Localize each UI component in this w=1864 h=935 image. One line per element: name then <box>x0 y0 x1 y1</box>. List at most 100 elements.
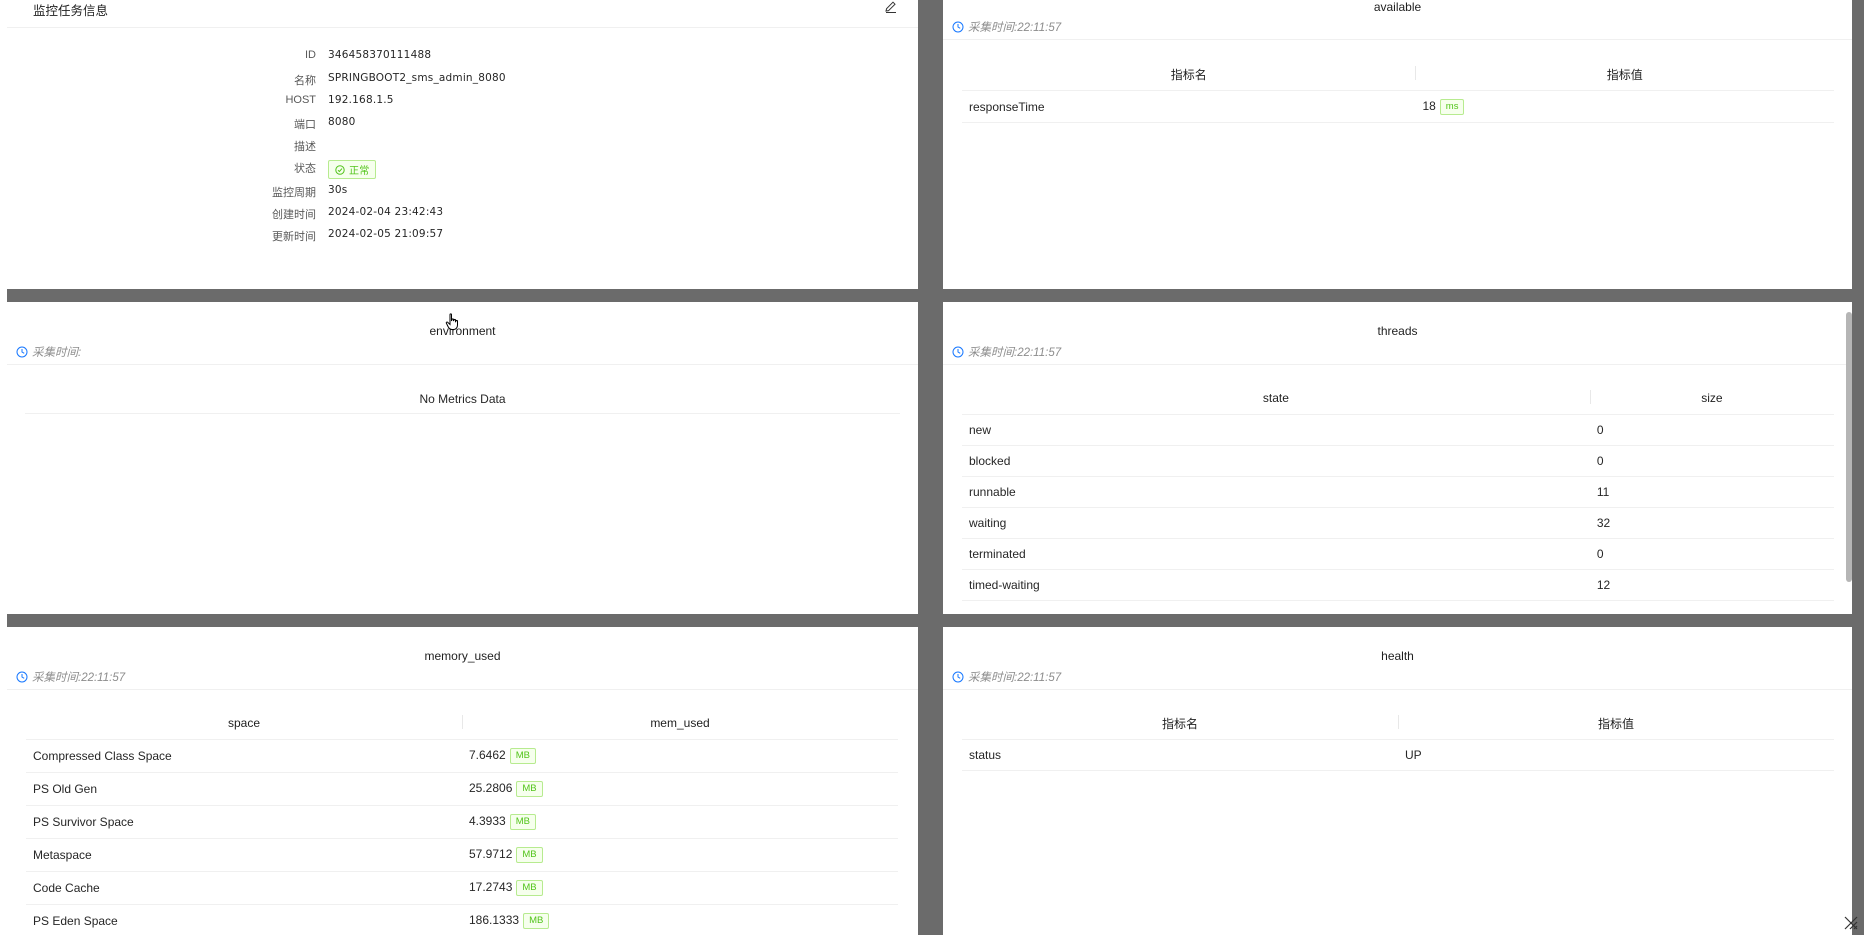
threads-scrollbar[interactable] <box>1846 312 1852 582</box>
field-port-label: 端口 <box>294 119 316 131</box>
clock-icon <box>952 346 964 358</box>
thread-state: blocked <box>962 445 1590 477</box>
table-row: status UP <box>962 739 1834 771</box>
memory-value: 57.9712 MB <box>462 838 898 872</box>
field-interval: 监控周期 30s <box>7 184 907 202</box>
check-circle-icon <box>335 164 345 175</box>
monitor-info-card: 监控任务信息 ID 346458370111488 名称 SPRINGBOOT2… <box>7 0 918 289</box>
monitor-info-title: 监控任务信息 <box>33 4 109 18</box>
health-row-value: UP <box>1398 739 1834 771</box>
health-table: 指标名 指标值 status UP <box>962 707 1834 771</box>
memory-space: PS Survivor Space <box>26 805 462 839</box>
health-divider <box>943 689 1852 690</box>
thread-size: 0 <box>1589 445 1834 477</box>
resize-handle-icon[interactable] <box>1842 914 1860 932</box>
memory-space: Code Cache <box>26 871 462 905</box>
clock-icon <box>16 671 28 683</box>
memory-used-card: memory_used 采集时间:22:11:57 space mem_used… <box>7 635 918 935</box>
memory-used-title: memory_used <box>424 649 501 663</box>
memory-used-collect-text: 采集时间:22:11:57 <box>32 672 126 684</box>
unit-badge: MB <box>516 880 543 896</box>
unit-badge: MB <box>509 814 536 830</box>
field-updated: 更新时间 2024-02-05 21:09:57 <box>7 228 907 246</box>
thread-size: 0 <box>1589 538 1834 570</box>
field-name-label: 名称 <box>294 75 316 87</box>
health-card: health 采集时间:22:11:57 指标名 指标值 status UP <box>943 635 1852 935</box>
available-card: available 采集时间:22:11:57 指标名 指标值 response… <box>943 0 1852 289</box>
field-created-label: 创建时间 <box>272 209 316 221</box>
gutter-row1 <box>7 289 1864 302</box>
available-row-name: responseTime <box>962 90 1416 123</box>
status-badge-text: 正常 <box>349 166 370 177</box>
thread-state: terminated <box>962 538 1590 570</box>
table-row: runnable 11 <box>962 476 1834 508</box>
available-table: 指标名 指标值 responseTime 18 ms <box>962 58 1834 123</box>
status-badge: 正常 <box>328 160 377 179</box>
memory-value-number: 17.2743 <box>469 880 513 895</box>
memory-space: Metaspace <box>26 838 462 872</box>
field-id-value: 346458370111488 <box>328 49 432 61</box>
field-description-label: 描述 <box>294 141 316 153</box>
table-row: blocked 0 <box>962 445 1834 477</box>
memory-value: 25.2806 MB <box>462 772 898 806</box>
unit-badge: ms <box>1439 98 1465 115</box>
table-row: PS Eden Space 186.1333 MB <box>26 904 898 935</box>
field-name: 名称 SPRINGBOOT2_sms_admin_8080 <box>7 72 907 90</box>
clock-icon <box>952 21 964 33</box>
no-metrics-text: No Metrics Data <box>419 392 506 406</box>
available-collect-time: 采集时间:22:11:57 <box>952 19 1061 35</box>
health-row-name: status <box>962 739 1398 771</box>
memory-value-number: 57.9712 <box>469 847 513 862</box>
thread-state: waiting <box>962 507 1590 539</box>
health-collect-time: 采集时间:22:11:57 <box>952 669 1061 685</box>
table-row: Metaspace 57.9712 MB <box>26 838 898 872</box>
field-created: 创建时间 2024-02-04 23:42:43 <box>7 206 907 224</box>
clock-icon <box>952 671 964 683</box>
field-interval-label: 监控周期 <box>272 187 316 199</box>
available-col-name: 指标名 <box>962 58 1416 91</box>
memory-value: 7.6462 MB <box>462 739 898 773</box>
unit-badge: MB <box>509 748 536 764</box>
threads-divider <box>943 364 1852 365</box>
info-divider <box>7 27 918 28</box>
field-created-value: 2024-02-04 23:42:43 <box>328 206 444 218</box>
memory-value-number: 7.6462 <box>469 748 506 763</box>
threads-col-state: state <box>962 382 1590 415</box>
health-collect-text: 采集时间:22:11:57 <box>968 672 1062 684</box>
available-title: available <box>1373 0 1422 14</box>
field-status-value: 正常 <box>328 160 377 179</box>
memory-used-table: space mem_used Compressed Class Space 7.… <box>26 707 898 935</box>
field-host: HOST 192.168.1.5 <box>7 94 907 112</box>
field-updated-label: 更新时间 <box>272 231 316 243</box>
memory-value: 186.1333 MB <box>462 904 898 935</box>
field-id-label: ID <box>305 49 316 61</box>
health-col-name: 指标名 <box>962 707 1398 740</box>
edit-icon[interactable] <box>884 0 898 14</box>
environment-title: environment <box>429 324 496 338</box>
gutter-right-edge <box>1852 0 1864 935</box>
environment-empty-divider <box>25 413 900 414</box>
environment-divider <box>7 364 918 365</box>
memory-space: PS Old Gen <box>26 772 462 806</box>
health-title: health <box>1381 649 1414 663</box>
memory-used-collect-time: 采集时间:22:11:57 <box>16 669 125 685</box>
threads-collect-time: 采集时间:22:11:57 <box>952 344 1061 360</box>
environment-card: environment 采集时间: No Metrics Data <box>7 310 918 614</box>
threads-col-size: size <box>1589 382 1834 415</box>
table-row: new 0 <box>962 414 1834 446</box>
field-name-value: SPRINGBOOT2_sms_admin_8080 <box>328 72 506 84</box>
table-row: PS Old Gen 25.2806 MB <box>26 772 898 806</box>
field-updated-value: 2024-02-05 21:09:57 <box>328 228 444 240</box>
memory-value-number: 25.2806 <box>469 781 513 796</box>
field-id: ID 346458370111488 <box>7 49 907 67</box>
memory-value: 4.3933 MB <box>462 805 898 839</box>
table-row: Code Cache 17.2743 MB <box>26 871 898 905</box>
threads-title: threads <box>1377 324 1418 338</box>
environment-collect-time: 采集时间: <box>16 344 81 360</box>
field-interval-value: 30s <box>328 184 348 196</box>
threads-table: state size new 0 blocked 0 runnable 11 w… <box>962 382 1834 601</box>
response-time-value: 18 <box>1422 98 1436 113</box>
available-divider <box>943 39 1852 40</box>
gutter-row2 <box>7 614 1864 627</box>
memory-value: 17.2743 MB <box>462 871 898 905</box>
